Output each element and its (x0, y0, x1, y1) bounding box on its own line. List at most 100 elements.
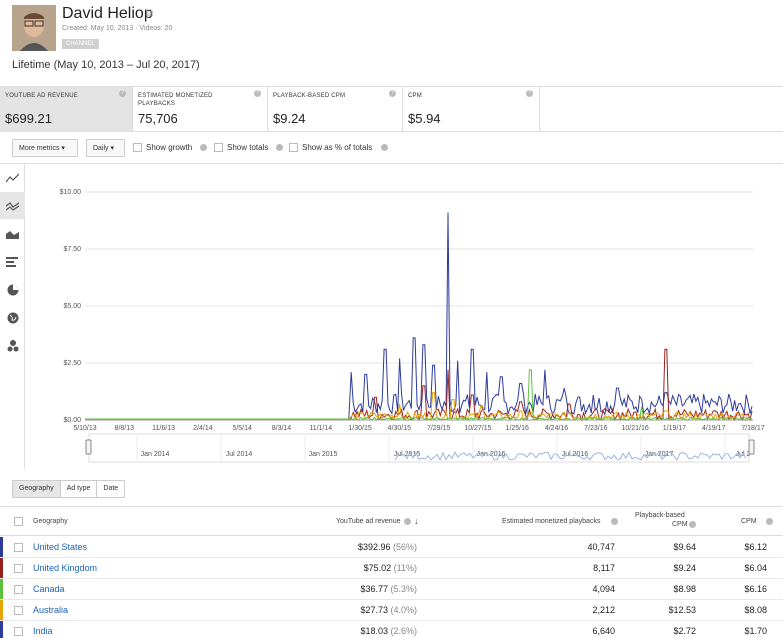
help-icon[interactable]: ? (254, 90, 261, 97)
table-row[interactable]: United States $392.96 (56%) 40,747 $9.64 $6.… (0, 537, 783, 558)
channel-name[interactable]: David Heliop (62, 5, 153, 23)
row-checkbox[interactable] (14, 627, 23, 636)
col-cpm[interactable]: CPM (741, 518, 757, 525)
help-icon[interactable] (766, 518, 773, 525)
stacked-area-icon[interactable] (0, 220, 25, 247)
y-tick-label: $7.50 (63, 246, 81, 253)
metric-value: $5.94 (408, 111, 441, 126)
country-link[interactable]: United States (33, 542, 87, 552)
metric-ad-revenue[interactable]: YOUTUBE AD REVENUE $699.21 ? (0, 87, 133, 132)
chart-svg: $10.00 $7.50 $5.00 $2.50 $0.005/10/13 8/8/13 1… (60, 189, 765, 463)
help-icon[interactable]: ? (119, 90, 126, 97)
series-color-bar (0, 579, 3, 599)
revenue-cell: $18.03 (2.6%) (360, 626, 417, 636)
help-icon[interactable] (611, 518, 618, 525)
x-tick-label: 2/4/14 (193, 425, 213, 432)
cpm-cell: $6.16 (744, 584, 767, 594)
tab-ad-type[interactable]: Ad type (59, 480, 98, 498)
select-all-checkbox[interactable] (14, 517, 23, 526)
x-tick-label: 4/30/15 (388, 425, 411, 432)
metric-label: ESTIMATED MONETIZED PLAYBACKS (138, 93, 213, 107)
x-tick-label: 8/8/13 (115, 425, 135, 432)
x-tick-label: 4/19/17 (702, 425, 725, 432)
country-link[interactable]: Australia (33, 605, 68, 615)
series-line (85, 392, 753, 422)
playbacks-cell: 2,212 (592, 605, 615, 615)
cpm-cell: $6.12 (744, 542, 767, 552)
metric-cpm[interactable]: CPM $5.94 ? (403, 87, 540, 132)
daily-dropdown[interactable]: Daily ▾ (86, 139, 125, 157)
help-icon[interactable] (276, 144, 283, 151)
metric-label: PLAYBACK-BASED CPM (273, 93, 346, 99)
bar-chart-icon[interactable] (0, 248, 25, 275)
show-growth-label: Show growth (146, 143, 193, 152)
show-pct-checkbox[interactable] (289, 143, 298, 152)
col-pbcpm[interactable]: Playback-based (635, 512, 685, 519)
help-icon[interactable]: ? (389, 90, 396, 97)
revenue-value: $18.03 (360, 626, 391, 636)
sort-arrow-icon[interactable]: ↓ (414, 516, 419, 526)
help-icon[interactable] (404, 518, 411, 525)
country-link[interactable]: India (33, 626, 53, 636)
series-color-bar (0, 537, 3, 557)
x-tick-label: 10/27/15 (464, 425, 491, 432)
tab-geography[interactable]: Geography (12, 480, 61, 498)
pbcpm-cell: $12.53 (668, 605, 696, 615)
help-icon[interactable] (689, 521, 696, 528)
table-row[interactable]: Australia $27.73 (4.0%) 2,212 $12.53 $8.08 (0, 600, 783, 621)
playbacks-cell: 4,094 (592, 584, 615, 594)
revenue-chart[interactable]: $10.00 $7.50 $5.00 $2.50 $0.00 5/10/13 8/8/13 1… (25, 164, 783, 469)
help-icon[interactable]: ? (526, 90, 533, 97)
metric-playback-cpm[interactable]: PLAYBACK-BASED CPM $9.24 ? (268, 87, 403, 132)
col-revenue[interactable]: YouTube ad revenue (336, 518, 400, 525)
date-range[interactable]: Lifetime (May 10, 2013 – Jul 20, 2017) (12, 59, 200, 71)
table-row[interactable]: United Kingdom $75.02 (11%) 8,117 $9.24 $6.0… (0, 558, 783, 579)
line-chart-icon[interactable] (0, 164, 25, 191)
x-tick-label: 5/5/14 (232, 425, 252, 432)
navigator-label: Jul 2014 (226, 451, 253, 458)
external-link-icon[interactable]: ⧉ (146, 8, 153, 19)
pie-chart-icon[interactable] (0, 276, 25, 303)
chevron-down-icon: ▾ (61, 145, 65, 152)
x-tick-label: 1/19/17 (663, 425, 686, 432)
show-growth-checkbox[interactable] (133, 143, 142, 152)
row-checkbox[interactable] (14, 564, 23, 573)
col-geography[interactable]: Geography (33, 518, 68, 525)
row-checkbox[interactable] (14, 543, 23, 552)
channel-header: David Heliop ⧉ Created: May 10, 2013 · V… (0, 0, 783, 86)
help-icon[interactable] (381, 144, 388, 151)
more-metrics-button[interactable]: More metrics ▾ (12, 139, 78, 157)
col-pbcpm-line2[interactable]: CPM (672, 521, 688, 528)
tab-date[interactable]: Date (96, 480, 126, 498)
playbacks-cell: 6,640 (592, 626, 615, 636)
pbcpm-cell: $2.72 (673, 626, 696, 636)
show-totals-checkbox[interactable] (214, 143, 223, 152)
metric-monetized-playbacks[interactable]: ESTIMATED MONETIZED PLAYBACKS 75,706 ? (133, 87, 268, 132)
series-color-bar (0, 621, 3, 638)
country-link[interactable]: Canada (33, 584, 65, 594)
avatar[interactable] (12, 5, 56, 51)
globe-icon[interactable] (0, 304, 25, 331)
row-checkbox[interactable] (14, 585, 23, 594)
help-icon[interactable] (200, 144, 207, 151)
series-color-bar (0, 600, 3, 620)
navigator-label: Jan 2014 (141, 451, 170, 458)
x-tick-label: 1/25/16 (506, 425, 529, 432)
row-checkbox[interactable] (14, 606, 23, 615)
metrics-bar: YOUTUBE AD REVENUE $699.21 ? ESTIMATED M… (0, 86, 783, 132)
table-row[interactable]: India $18.03 (2.6%) 6,640 $2.72 $1.70 (0, 621, 783, 638)
revenue-cell: $392.96 (56%) (358, 542, 417, 552)
bubble-chart-icon[interactable] (0, 332, 25, 359)
multi-line-chart-icon[interactable] (0, 192, 25, 219)
revenue-pct: (5.3%) (390, 584, 417, 594)
col-playbacks[interactable]: Estimated monetized playbacks (502, 518, 600, 525)
revenue-pct: (56%) (392, 542, 417, 552)
country-link[interactable]: United Kingdom (33, 563, 97, 573)
metric-label: YOUTUBE AD REVENUE (5, 93, 78, 99)
table-row[interactable]: Canada $36.77 (5.3%) 4,094 $8.98 $6.16 (0, 579, 783, 600)
revenue-cell: $36.77 (5.3%) (360, 584, 417, 594)
playbacks-cell: 40,747 (587, 542, 615, 552)
x-tick-label: 7/23/16 (584, 425, 607, 432)
x-tick-label: 5/10/13 (73, 425, 96, 432)
navigator-label: Jul 2016 (562, 451, 589, 458)
